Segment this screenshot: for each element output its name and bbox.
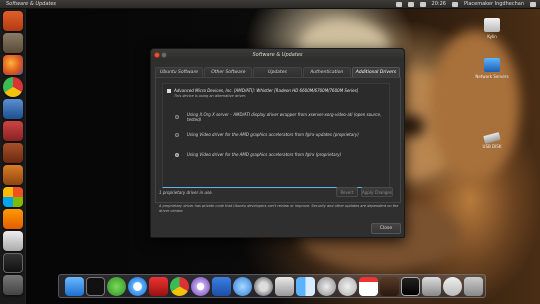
firefox-icon[interactable]: [3, 55, 23, 75]
app-icon[interactable]: [191, 277, 210, 296]
bluetooth-icon[interactable]: [395, 2, 402, 7]
apply-changes-button[interactable]: Apply Changes: [361, 187, 393, 197]
desktop-icon-home[interactable]: Kylin: [472, 18, 512, 39]
settings-icon[interactable]: [530, 2, 536, 7]
terminal-icon[interactable]: [86, 277, 105, 296]
trash-icon[interactable]: [464, 277, 483, 296]
driver-list: Advanced Micro Devices, Inc. [AMD/ATI]: …: [162, 83, 390, 188]
proprietary-driver-note: A proprietary driver has private code th…: [159, 204, 399, 213]
chrome-icon[interactable]: [3, 77, 23, 97]
dash-icon[interactable]: [3, 11, 23, 31]
system-tray: 20:26 Placemaker Ingdhechan: [395, 0, 536, 9]
software-updates-dialog: Software & Updates Ubuntu Software Other…: [150, 48, 405, 238]
finder-icon[interactable]: [296, 277, 315, 296]
app-icon[interactable]: [275, 277, 294, 296]
files-icon[interactable]: [3, 33, 23, 53]
chip-icon: [167, 89, 171, 93]
desktop-icon-label: Network Servers: [475, 74, 509, 79]
device-status: This device is using an alternative driv…: [174, 94, 247, 98]
chrome-icon[interactable]: [170, 277, 189, 296]
desktop-icon-usb[interactable]: USB DISK: [472, 132, 512, 149]
radio-button-selected[interactable]: [175, 152, 179, 157]
radio-button[interactable]: [175, 132, 179, 137]
driver-option-fglrx-updates[interactable]: Using Video driver for the AMD graphics …: [175, 132, 359, 137]
app-icon[interactable]: [443, 277, 462, 296]
radio-button[interactable]: [175, 115, 179, 119]
close-button[interactable]: Close: [371, 223, 401, 234]
dock: [58, 274, 486, 298]
calendar-icon[interactable]: [359, 277, 378, 296]
word-icon[interactable]: [212, 277, 231, 296]
workspace-icon[interactable]: [3, 275, 23, 295]
network-icon: [484, 58, 500, 72]
app-icon[interactable]: [380, 277, 399, 296]
driver-option-label: Using X.Org X server – AMD/ATI display d…: [187, 112, 382, 122]
network-icon[interactable]: [407, 2, 414, 7]
app-icon[interactable]: [3, 143, 23, 163]
clock[interactable]: 20:26: [432, 0, 446, 9]
app-icon[interactable]: [317, 277, 336, 296]
revert-button[interactable]: Revert: [336, 187, 358, 197]
desktop-icon-label: USB DISK: [482, 144, 502, 149]
tab-bar: Ubuntu Software Other Software Updates A…: [155, 67, 401, 77]
terminal-icon[interactable]: [3, 253, 23, 273]
globe-icon[interactable]: [107, 277, 126, 296]
app-store-icon[interactable]: [233, 277, 252, 296]
sound-icon[interactable]: [451, 2, 458, 7]
launcher: [0, 9, 26, 304]
home-icon: [484, 18, 500, 32]
battery-icon[interactable]: [419, 2, 426, 7]
driver-option-xorg[interactable]: Using X.Org X server – AMD/ATI display d…: [175, 112, 389, 122]
tab-authentication[interactable]: Authentication: [302, 67, 351, 77]
tab-other-software[interactable]: Other Software: [204, 67, 253, 77]
settings-icon[interactable]: [254, 277, 273, 296]
active-window-title: Software & Updates: [6, 1, 57, 7]
tab-additional-drivers[interactable]: Additional Drivers: [351, 67, 401, 77]
downloads-icon[interactable]: [65, 277, 84, 296]
desktop-icon-network[interactable]: Network Servers: [472, 58, 512, 79]
top-panel: Software & Updates 20:26 Placemaker Ingd…: [0, 0, 540, 9]
app-icon[interactable]: [3, 121, 23, 141]
flag-icon[interactable]: [149, 277, 168, 296]
vlc-icon[interactable]: [3, 209, 23, 229]
itunes-icon[interactable]: [128, 277, 147, 296]
window-titlebar[interactable]: Software & Updates: [151, 49, 404, 61]
app-icon[interactable]: [3, 231, 23, 251]
device-name: Advanced Micro Devices, Inc. [AMD/ATI]: …: [174, 88, 359, 93]
driver-status-text: 1 proprietary driver in use.: [159, 190, 213, 195]
app-icon[interactable]: [3, 187, 23, 207]
app-icon[interactable]: [422, 277, 441, 296]
tab-ubuntu-software[interactable]: Ubuntu Software: [155, 67, 204, 77]
sync-icon[interactable]: [338, 277, 357, 296]
wallpaper-lion-mane-right: [430, 30, 520, 180]
driver-option-label: Using Video driver for the AMD graphics …: [187, 152, 342, 157]
driver-option-label: Using Video driver for the AMD graphics …: [187, 132, 359, 137]
window-title: Software & Updates: [252, 52, 303, 58]
app-icon[interactable]: [3, 99, 23, 119]
monitor-icon[interactable]: [401, 277, 420, 296]
additional-drivers-panel: Advanced Micro Devices, Inc. [AMD/ATI]: …: [155, 77, 401, 203]
user-name[interactable]: Placemaker Ingdhechan: [464, 0, 524, 9]
usb-drive-icon: [483, 132, 501, 144]
tab-updates[interactable]: Updates: [253, 67, 302, 77]
device-header: Advanced Micro Devices, Inc. [AMD/ATI]: …: [167, 88, 358, 93]
desktop-icon-label: Kylin: [487, 34, 497, 39]
driver-option-fglrx[interactable]: Using Video driver for the AMD graphics …: [175, 152, 341, 157]
app-icon[interactable]: [3, 165, 23, 185]
